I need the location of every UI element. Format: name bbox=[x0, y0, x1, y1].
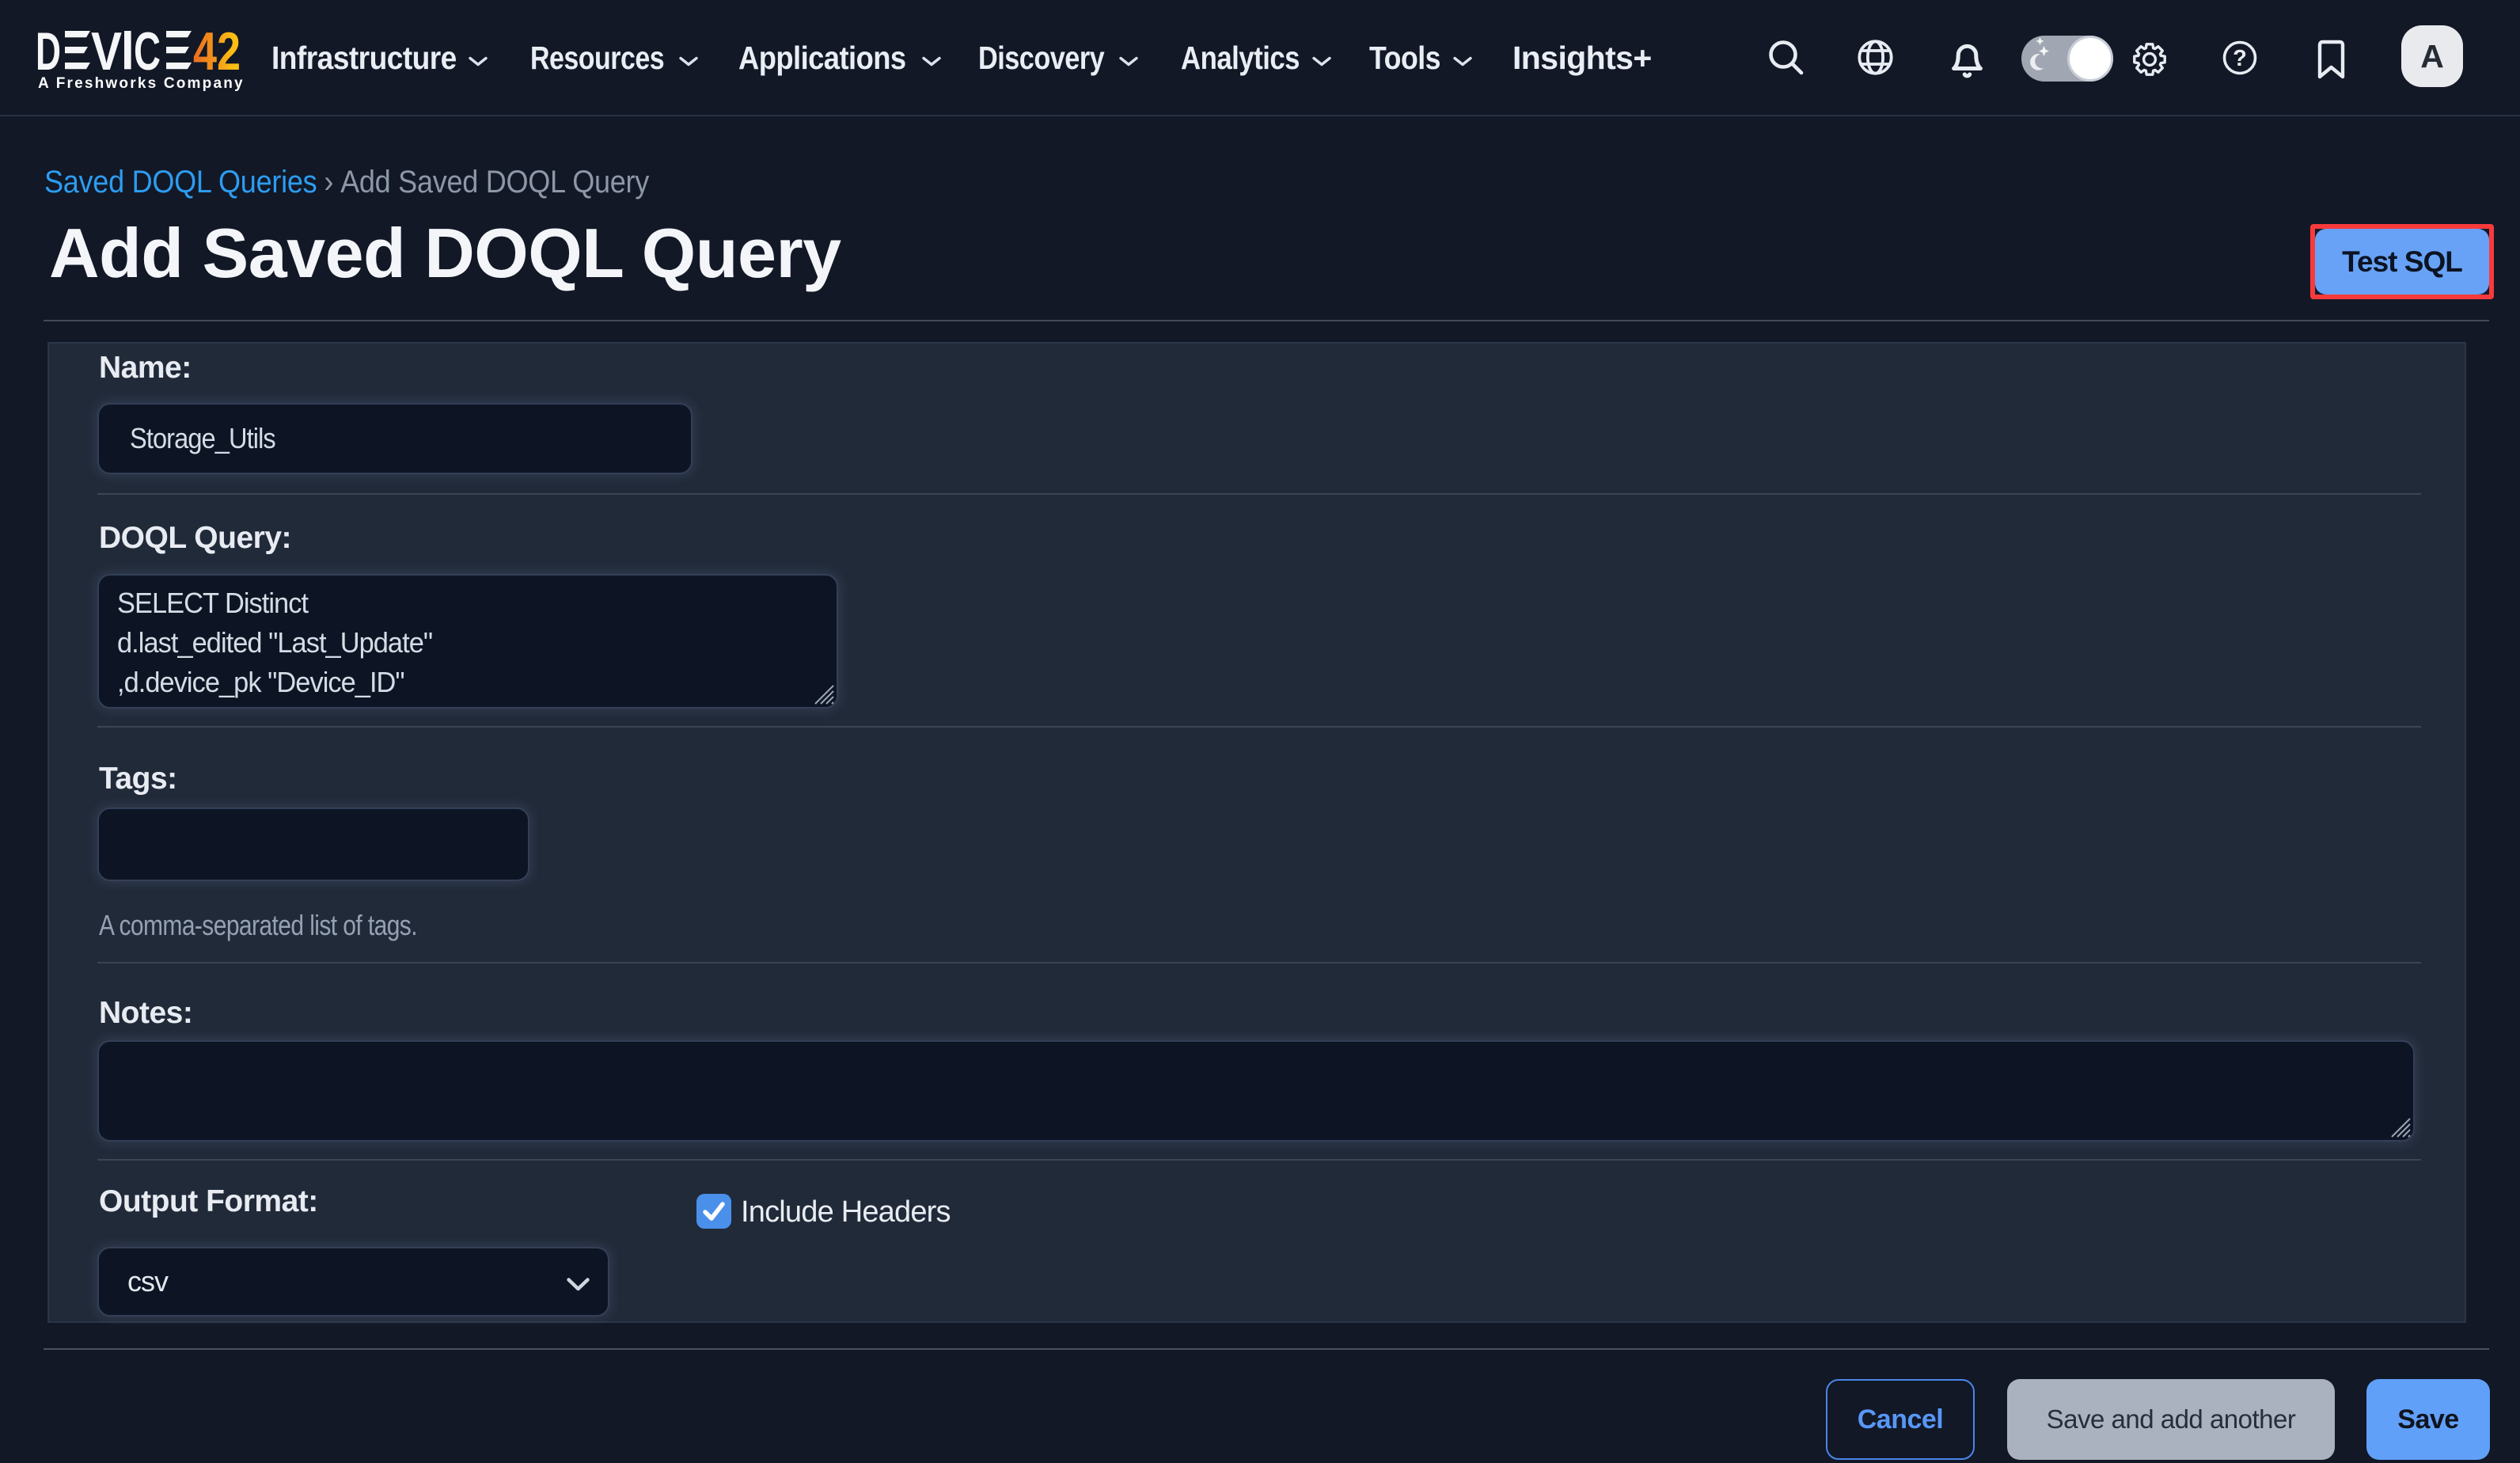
svg-text:V: V bbox=[91, 30, 122, 81]
svg-text:42: 42 bbox=[193, 30, 241, 81]
svg-text:?: ? bbox=[2233, 46, 2247, 71]
svg-text:D: D bbox=[36, 30, 61, 81]
svg-text:C: C bbox=[134, 30, 161, 81]
